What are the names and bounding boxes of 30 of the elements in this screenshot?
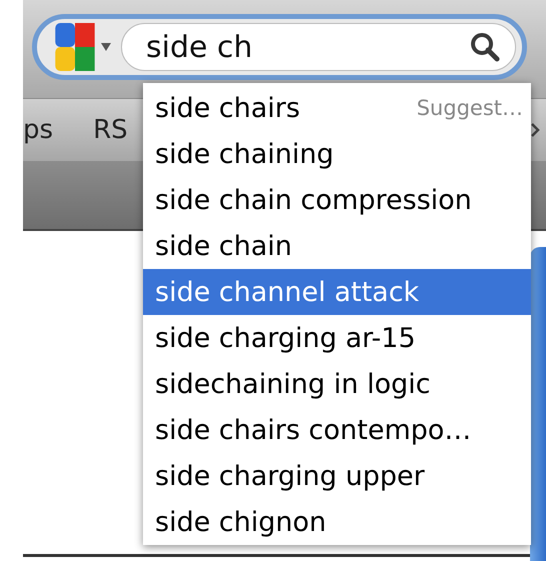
- suggest-label: Suggest…: [416, 96, 523, 120]
- logo-icon: [55, 23, 95, 71]
- suggestion-item[interactable]: side chairs Suggest…: [143, 85, 531, 131]
- caret-icon: [101, 43, 111, 51]
- suggestion-text: side channel attack: [155, 276, 420, 308]
- suggestion-text: side chain compression: [155, 184, 472, 216]
- bookmark-link[interactable]: ps: [23, 115, 54, 145]
- suggestion-item[interactable]: side channel attack: [143, 269, 531, 315]
- suggestion-text: sidechaining in logic: [155, 368, 430, 400]
- suggestion-text: side chignon: [155, 506, 326, 538]
- suggestion-text: side chairs: [155, 92, 300, 124]
- bookmark-link[interactable]: RS: [93, 115, 128, 145]
- scrollbar-thumb[interactable]: [530, 247, 546, 561]
- search-icon[interactable]: [470, 32, 500, 62]
- suggestion-item[interactable]: side chairs contempo…: [143, 407, 531, 453]
- suggestion-item[interactable]: sidechaining in logic: [143, 361, 531, 407]
- search-engine-menu[interactable]: [55, 23, 111, 71]
- suggestion-text: side chairs contempo…: [155, 414, 472, 446]
- suggestion-item[interactable]: side chignon: [143, 499, 531, 545]
- search-field[interactable]: side ch: [121, 23, 516, 71]
- suggestion-item[interactable]: side charging ar-15: [143, 315, 531, 361]
- chevron-icon[interactable]: [530, 122, 540, 138]
- suggestion-item[interactable]: side charging upper: [143, 453, 531, 499]
- suggestion-item[interactable]: side chain compression: [143, 177, 531, 223]
- suggestion-text: side charging ar-15: [155, 322, 416, 354]
- suggestion-text: side chaining: [155, 138, 334, 170]
- suggestion-text: side chain: [155, 230, 292, 262]
- suggestion-item[interactable]: side chain: [143, 223, 531, 269]
- suggestion-item[interactable]: side chaining: [143, 131, 531, 177]
- suggestion-text: side charging upper: [155, 460, 425, 492]
